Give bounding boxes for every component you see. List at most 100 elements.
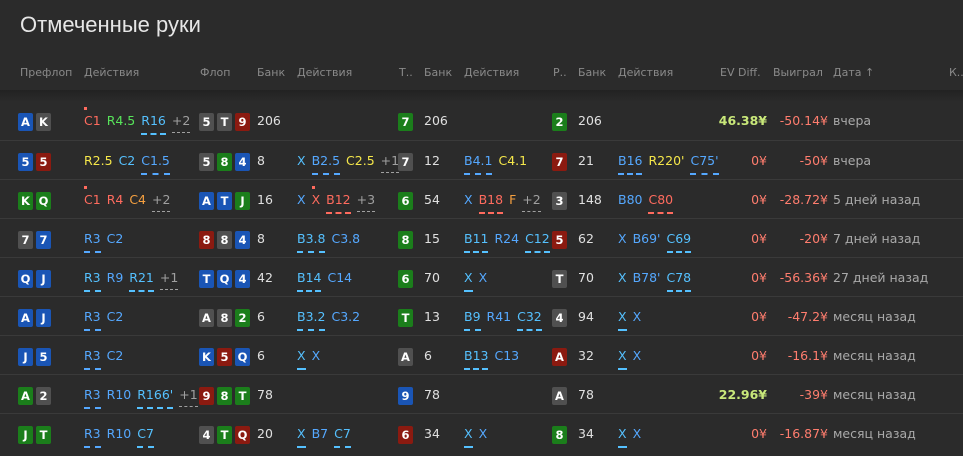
col-turn-bank[interactable]: Банк [424, 66, 452, 79]
more-actions-link[interactable]: +1 [179, 384, 198, 407]
table-row[interactable]: Q J R3 R9 R21 +1 T Q 4 42 B14 C14 6 70 X X T 70 X B78' C78 0¥… [0, 257, 963, 297]
hole-cards: J5 [18, 345, 54, 367]
action-item: B4.1 [464, 150, 493, 175]
action-item: R3 [84, 306, 101, 331]
more-actions-link[interactable]: +2 [171, 110, 191, 133]
river-bank: 32 [578, 348, 594, 363]
turn-card: T [398, 306, 416, 328]
river-bank: 21 [578, 153, 594, 168]
preflop-actions: R2.5 C2 C1.5 [84, 150, 176, 175]
turn-actions: B13 C13 [464, 345, 525, 370]
ev-diff: 0¥ [751, 309, 767, 324]
hand-date: 5 дней назад [833, 192, 921, 207]
card: 5 [18, 152, 33, 171]
more-actions-link[interactable]: +3 [356, 189, 376, 212]
card: 2 [36, 386, 51, 405]
table-row[interactable]: 7 7 R3 C2 8 8 4 8 B3.8 C3.8 8 15 B11 R24 C12 5 62 X B69' C6… [0, 218, 963, 258]
table-row[interactable]: A 2 R3 R10 R166' +1 9 8 T 78 9 78 A 78 22.96¥ -39¥ месяц… [0, 374, 963, 414]
flop-cards: 584 [199, 150, 253, 172]
flop-bank: 8 [257, 153, 265, 168]
col-river-actions[interactable]: Действия [618, 66, 673, 79]
more-actions-link[interactable]: +2 [152, 189, 171, 212]
col-river[interactable]: Р.. [553, 66, 567, 79]
more-actions-link[interactable]: +2 [522, 189, 541, 212]
hole-cards: KQ [18, 189, 54, 211]
river-card: 3 [552, 189, 570, 211]
action-item: B13 [464, 345, 489, 370]
table-row[interactable]: A K C1 R4.5 R16 +2 5 T 9 206 7 206 2 206 46.38¥ -50.14¥… [0, 101, 963, 140]
col-ev-diff[interactable]: EV Diff. [720, 66, 761, 79]
card: J [235, 191, 250, 210]
ev-diff: 0¥ [751, 348, 767, 363]
preflop-actions: C1 R4 C4 +2 [84, 186, 176, 212]
action-item: R3 [84, 423, 101, 448]
preflop-actions: R3 R9 R21 +1 [84, 267, 184, 292]
table-row[interactable]: J 5 R3 C2 K 5 Q 6 X X A 6 B13 C13 A 32 X X 0¥ -16.1¥ месяц н… [0, 335, 963, 375]
col-won[interactable]: Выиграл [773, 66, 823, 79]
action-item: R3 [84, 345, 101, 370]
col-preflop-actions[interactable]: Действия [84, 66, 139, 79]
card: T [552, 269, 567, 288]
col-flop-bank[interactable]: Банк [257, 66, 285, 79]
hole-cards: 55 [18, 150, 54, 172]
card: 2 [552, 112, 567, 131]
won-amount: -28.72¥ [779, 192, 828, 207]
card: K [199, 347, 214, 366]
river-card: 7 [552, 150, 570, 172]
river-card: 8 [552, 423, 570, 445]
card: 9 [235, 112, 250, 131]
card: T [217, 425, 232, 444]
flop-actions: X X B12 +3 [297, 186, 381, 214]
action-item: B7 [311, 426, 329, 441]
flop-cards: TQ4 [199, 267, 253, 289]
card: 5 [199, 112, 214, 131]
table-row[interactable]: 5 5 R2.5 C2 C1.5 5 8 4 8 X B2.5 C2.5 +1 7 12 B4.1 C4.1 7 2… [0, 140, 963, 180]
flop-cards: 4TQ [199, 423, 253, 445]
turn-bank: 6 [424, 348, 432, 363]
action-item: R16 [141, 110, 166, 135]
action-item: B18 [478, 189, 504, 214]
action-item: X [618, 306, 627, 331]
table-row[interactable]: J T R3 R10 C7 4 T Q 20 X B7 C7 6 34 X X 8 34 X X 0¥ -16.87¥ ме… [0, 413, 963, 453]
col-preflop[interactable]: Префлоп [20, 66, 72, 79]
turn-actions: XX [464, 423, 493, 448]
action-item: C1 [84, 186, 101, 211]
card: 9 [199, 386, 214, 405]
more-actions-link[interactable]: +1 [159, 267, 179, 290]
col-river-bank[interactable]: Банк [578, 66, 606, 79]
card: Q [36, 191, 51, 210]
action-item: R166' [137, 384, 174, 409]
action-item: X [297, 345, 306, 370]
flop-cards: A82 [199, 306, 253, 328]
river-bank: 78 [578, 387, 594, 402]
flop-cards: K5Q [199, 345, 253, 367]
turn-actions: B11 R24 C12 [464, 228, 556, 253]
card: J [18, 347, 33, 366]
flop-bank: 16 [257, 192, 273, 207]
card: Q [18, 269, 33, 288]
action-item: C3.2 [331, 309, 361, 324]
action-item: C14 [327, 270, 353, 285]
action-item: B12 [326, 189, 351, 214]
table-row[interactable]: K Q C1 R4 C4 +2 A T J 16 X X B12 +3 6 54 X B18 F +2 3 148 B80 C… [0, 179, 963, 219]
turn-card: 6 [398, 267, 416, 289]
ev-diff: 0¥ [751, 231, 767, 246]
action-item: R21 [129, 267, 154, 292]
col-turn[interactable]: Т.. [399, 66, 413, 79]
action-item: C80 [648, 189, 674, 214]
table-row[interactable]: A J R3 C2 A 8 2 6 B3.2 C3.2 T 13 B9 R41 C32 4 94 X X 0¥ -47.… [0, 296, 963, 336]
col-turn-actions[interactable]: Действия [464, 66, 519, 79]
won-amount: -56.36¥ [779, 270, 828, 285]
col-flop-actions[interactable]: Действия [297, 66, 352, 79]
won-amount: -39¥ [799, 387, 828, 402]
action-item: F [509, 192, 517, 207]
river-bank: 206 [578, 113, 602, 128]
col-flop[interactable]: Флоп [200, 66, 230, 79]
card: 2 [235, 308, 250, 327]
col-k[interactable]: К.. [949, 66, 963, 79]
action-item: X [297, 153, 306, 168]
action-item: C78 [666, 267, 692, 292]
col-date-sort[interactable]: Дата ↑ [833, 66, 874, 79]
turn-bank: 206 [424, 113, 448, 128]
more-actions-link[interactable]: +1 [380, 150, 400, 173]
